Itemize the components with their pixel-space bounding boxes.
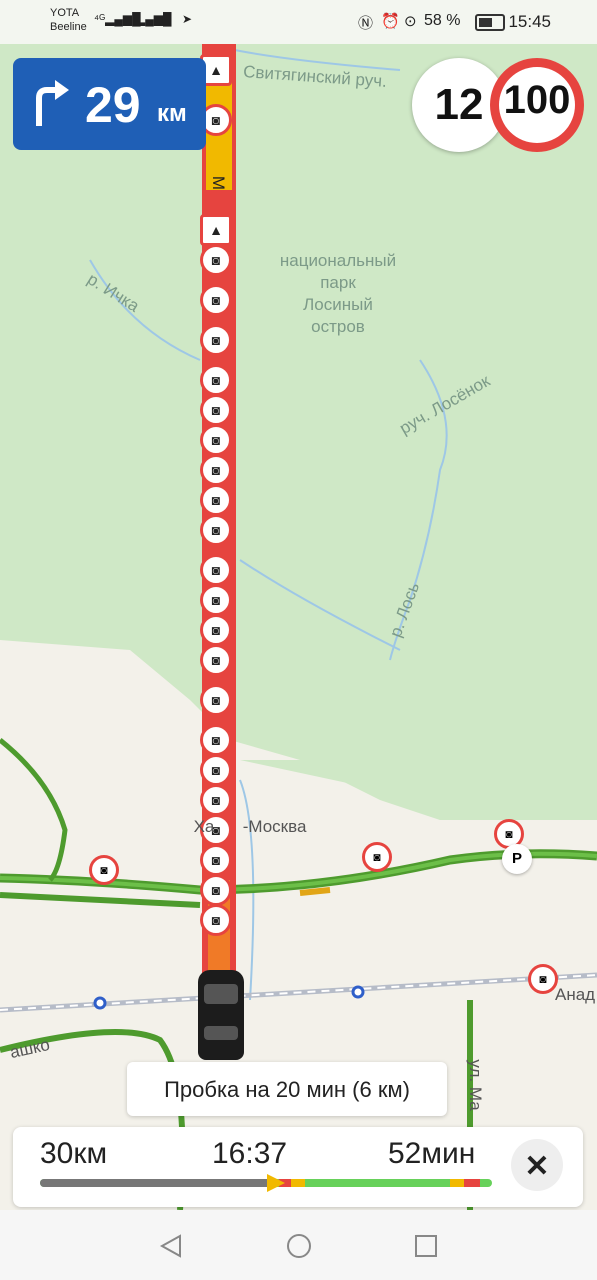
speed-camera-icon[interactable]: ◙ xyxy=(200,784,232,816)
recent-apps-icon[interactable] xyxy=(413,1233,439,1259)
speed-camera-icon[interactable]: ◙ xyxy=(200,364,232,396)
map-canvas xyxy=(0,44,597,1210)
current-position-marker xyxy=(267,1174,285,1192)
speed-camera-icon[interactable]: ◙ xyxy=(200,874,232,906)
home-icon[interactable] xyxy=(286,1233,312,1259)
map-label-street: ул. Ма xyxy=(466,1059,485,1111)
speed-camera-icon[interactable]: ◙ xyxy=(200,454,232,486)
traffic-segment xyxy=(291,1179,305,1187)
speed-camera-icon[interactable]: ◙ xyxy=(362,842,392,872)
speed-camera-icon[interactable]: ◙ xyxy=(200,244,232,276)
speed-camera-icon[interactable]: ◙ xyxy=(528,964,558,994)
alarm-icon: ⏰ xyxy=(381,13,400,30)
remaining-distance: 30км xyxy=(40,1137,108,1170)
route-progress-bar xyxy=(40,1179,492,1187)
signal-icon: ⁴ᴳ▂▄▆█ xyxy=(94,12,141,26)
remaining-time: 52мин xyxy=(388,1137,476,1170)
telegram-icon: ➤ xyxy=(182,12,193,26)
speed-limit-sign: 100 xyxy=(490,58,584,152)
battery-percent: 58 % xyxy=(424,12,461,29)
route-panel[interactable]: 30км 16:37 52мин ✕ xyxy=(13,1127,583,1207)
nfc-icon: Ⓝ xyxy=(358,15,374,32)
traffic-segment xyxy=(464,1179,480,1187)
carrier-info: YOTA Beeline xyxy=(50,6,87,34)
speed-camera-icon[interactable]: ◙ xyxy=(200,324,232,356)
carrier-2: Beeline xyxy=(50,21,87,33)
close-route-button[interactable]: ✕ xyxy=(511,1139,563,1191)
speed-camera-icon[interactable]: ◙ xyxy=(200,424,232,456)
road-works-icon[interactable]: ▲ xyxy=(200,214,232,246)
traffic-segment xyxy=(450,1179,464,1187)
parking-icon[interactable]: P xyxy=(502,844,532,874)
map-label-street: Анад xyxy=(555,985,596,1004)
carrier-1: YOTA xyxy=(50,7,80,19)
speed-camera-icon[interactable]: ◙ xyxy=(200,514,232,546)
traffic-jam-toast[interactable]: Пробка на 20 мин (6 км) xyxy=(127,1062,447,1116)
battery-icon xyxy=(475,14,505,31)
status-bar: YOTA Beeline ⁴ᴳ▂▄▆█ ▂▄▆█ ■ ➤ Ⓝ ⏰ ⊙ 58 % … xyxy=(0,0,597,44)
maneuver-panel[interactable]: 29 км xyxy=(13,58,206,150)
map-label-park: национальный парк Лосиный остров xyxy=(279,251,397,336)
speed-limit-value: 100 xyxy=(503,78,571,122)
map-label-town: Ха -Москва xyxy=(193,817,307,836)
road-ref-label: М xyxy=(209,175,228,191)
clock: 15:45 xyxy=(508,12,551,31)
speed-camera-icon[interactable]: ◙ xyxy=(200,284,232,316)
maneuver-distance: 29 xyxy=(85,77,141,133)
system-nav-bar xyxy=(0,1210,597,1280)
arrival-time: 16:37 xyxy=(212,1137,288,1170)
speed-camera-icon[interactable]: ◙ xyxy=(89,855,119,885)
speed-camera-icon[interactable]: ◙ xyxy=(200,394,232,426)
speed-camera-icon[interactable]: ◙ xyxy=(200,904,232,936)
speed-camera-icon[interactable]: ◙ xyxy=(200,754,232,786)
speed-camera-icon[interactable]: ◙ xyxy=(200,614,232,646)
car-icon xyxy=(198,970,244,1060)
speed-camera-icon[interactable]: ◙ xyxy=(200,484,232,516)
route-progress-done xyxy=(40,1179,275,1187)
speed-camera-icon[interactable]: ◙ xyxy=(200,554,232,586)
speed-camera-icon[interactable]: ◙ xyxy=(200,584,232,616)
traffic-jam-text: Пробка на 20 мин (6 км) xyxy=(164,1077,410,1102)
speed-camera-icon[interactable]: ◙ xyxy=(200,644,232,676)
speed-camera-icon[interactable]: ◙ xyxy=(200,684,232,716)
turn-right-icon xyxy=(36,80,69,126)
close-icon: ✕ xyxy=(524,1150,550,1183)
back-icon[interactable] xyxy=(158,1233,184,1259)
location-icon: ⊙ xyxy=(404,13,417,30)
map-view[interactable]: ▲ ◙ ▲ ◙ ◙ ◙ ◙ ◙ ◙ ◙ ◙ ◙ ◙ ◙ ◙ ◙ ◙ ◙ ◙ ◙ ◙ ◙ ◙ ◙ Свитягинский ру… xyxy=(0,44,597,1210)
speed-camera-icon[interactable]: ◙ xyxy=(200,844,232,876)
speed-camera-icon[interactable]: ◙ xyxy=(200,724,232,756)
maneuver-unit: км xyxy=(157,100,187,127)
video-icon: ■ xyxy=(160,12,168,26)
